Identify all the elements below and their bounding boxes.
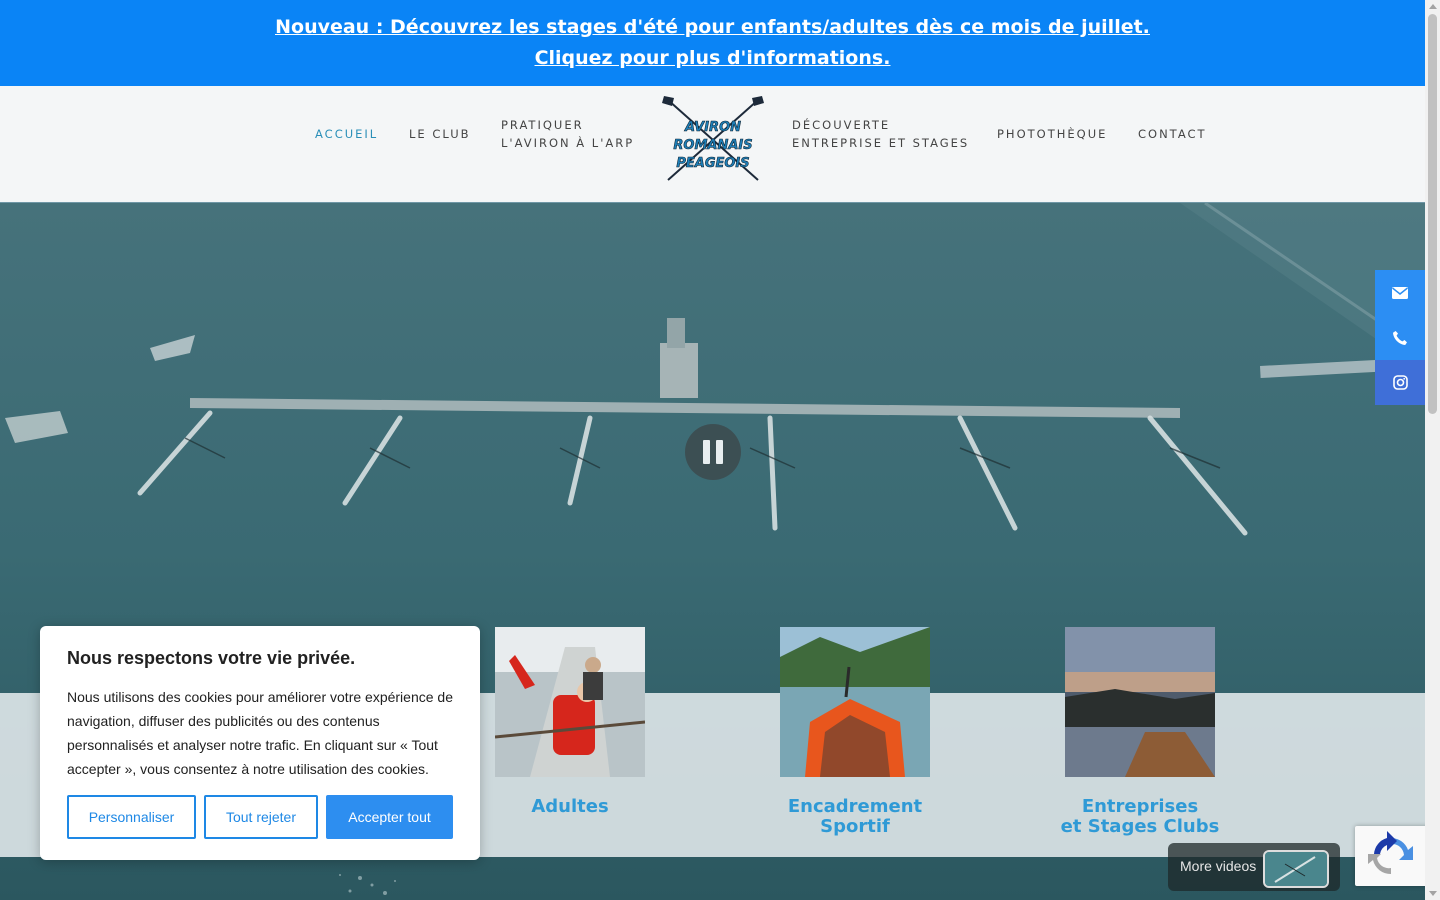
scroll-thumb[interactable] [1428, 14, 1437, 414]
card-image-entreprises[interactable] [1065, 627, 1215, 777]
nav-decouverte-line-2: ENTREPRISE ET STAGES [792, 136, 970, 150]
card-title-entreprises-line-1: Entreprises [1081, 796, 1199, 817]
card-title-encadrement-line-2: Sportif [820, 816, 890, 837]
email-button[interactable] [1375, 270, 1425, 315]
card-title-encadrement[interactable]: Encadrement Sportif [725, 797, 985, 837]
card-title-entreprises-line-2: et Stages Clubs [1060, 816, 1220, 837]
card-image-encadrement[interactable] [780, 627, 930, 777]
nav-decouverte[interactable]: DÉCOUVERTE ENTREPRISE ET STAGES [792, 116, 969, 152]
more-videos-thumbnail [1263, 850, 1329, 888]
reject-all-button[interactable]: Tout rejeter [204, 795, 318, 839]
recaptcha-icon [1368, 831, 1413, 875]
nav-pratiquer-line-1: PRATIQUER [501, 118, 584, 132]
nav-phototheque[interactable]: PHOTOTHÈQUE [997, 125, 1107, 143]
card-title-entreprises[interactable]: Entreprises et Stages Clubs [1010, 797, 1270, 837]
customize-button[interactable]: Personnaliser [67, 795, 196, 839]
pause-icon-bar-right [716, 440, 723, 464]
nav-decouverte-line-1: DÉCOUVERTE [792, 118, 891, 132]
nav-contact[interactable]: CONTACT [1138, 125, 1207, 143]
logo-line-1: AVIRON [684, 120, 741, 135]
page-scrollbar[interactable] [1425, 0, 1440, 900]
nav-accueil[interactable]: ACCUEIL [315, 125, 378, 143]
announcement-banner[interactable]: Nouveau : Découvrez les stages d'été pou… [0, 0, 1425, 86]
pause-icon-bar-left [703, 440, 710, 464]
site-header: ACCUEIL LE CLUB PRATIQUER L'AVIRON À L'A… [0, 86, 1425, 203]
site-logo[interactable]: AVIRON ROMANAIS PEAGEOIS [660, 94, 766, 186]
nav-pratiquer-line-2: L'AVIRON À L'ARP [501, 136, 635, 150]
scroll-up-arrow[interactable] [1429, 4, 1437, 9]
nav-le-club[interactable]: LE CLUB [409, 125, 471, 143]
envelope-icon [1392, 286, 1408, 299]
logo-line-3: PEAGEOIS [676, 156, 749, 171]
phone-button[interactable] [1375, 315, 1425, 360]
cookie-body: Nous utilisons des cookies pour améliore… [67, 689, 453, 777]
nav-pratiquer[interactable]: PRATIQUER L'AVIRON À L'ARP [501, 116, 634, 152]
instagram-button[interactable] [1375, 360, 1425, 405]
more-videos-button[interactable]: More videos [1168, 843, 1340, 891]
pause-button[interactable] [685, 424, 741, 480]
instagram-icon [1392, 375, 1408, 390]
announcement-line-1[interactable]: Nouveau : Découvrez les stages d'été pou… [0, 12, 1425, 43]
phone-icon [1393, 330, 1407, 345]
logo-line-2: ROMANAIS [673, 138, 752, 153]
announcement-line-2[interactable]: Cliquez pour plus d'informations. [0, 43, 1425, 74]
accept-all-button[interactable]: Accepter tout [326, 795, 453, 839]
cookie-title: Nous respectons votre vie privée. [67, 648, 356, 668]
card-title-encadrement-line-1: Encadrement [787, 796, 923, 817]
scroll-down-arrow[interactable] [1429, 891, 1437, 896]
card-image-adultes[interactable] [495, 627, 645, 777]
cookie-consent-dialog: Nous respectons votre vie privée. Nous u… [40, 626, 480, 860]
more-videos-label: More videos [1180, 858, 1257, 874]
